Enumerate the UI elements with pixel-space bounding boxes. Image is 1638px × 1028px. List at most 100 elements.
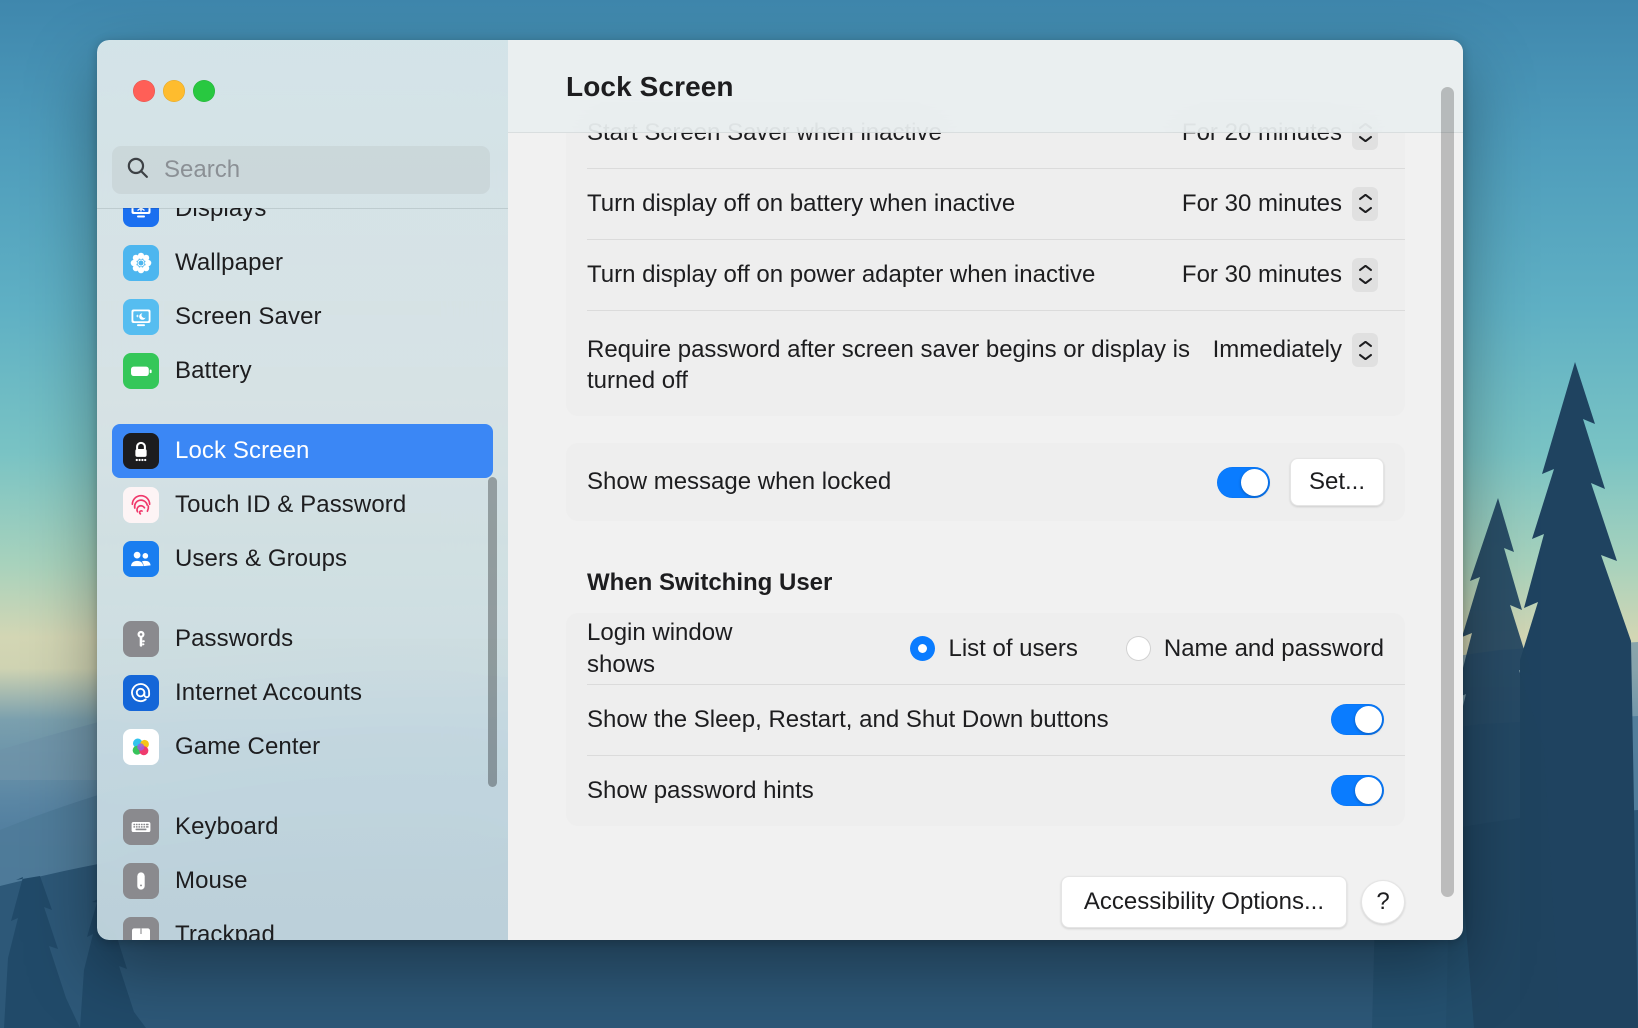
switching-user-card: Login window shows List of users Name an… — [566, 613, 1405, 826]
sidebar: Displays — [97, 40, 508, 940]
sidebar-item-keyboard[interactable]: Keyboard — [112, 800, 493, 854]
row-label: Login window shows — [587, 617, 790, 679]
lock-screen-icon — [123, 433, 159, 469]
minimize-button[interactable] — [163, 80, 185, 102]
sidebar-item-label: Touch ID & Password — [175, 491, 406, 519]
sidebar-group: Displays — [97, 208, 508, 398]
screen-saver-icon — [123, 299, 159, 335]
sidebar-scroll-area[interactable]: Displays — [97, 208, 508, 940]
keyboard-icon — [123, 809, 159, 845]
row-label: Turn display off on battery when inactiv… — [587, 188, 1015, 219]
row-login-window-shows: Login window shows List of users Name an… — [566, 613, 1405, 684]
sidebar-item-label: Trackpad — [175, 921, 275, 940]
passwords-icon — [123, 621, 159, 657]
show-message-toggle[interactable] — [1217, 467, 1270, 498]
header-divider — [508, 132, 1463, 133]
sidebar-item-label: Game Center — [175, 733, 320, 761]
sidebar-divider — [97, 208, 508, 209]
toggle-knob — [1241, 469, 1268, 496]
sidebar-item-mouse[interactable]: Mouse — [112, 854, 493, 908]
sidebar-group: Passwords Internet Accounts — [97, 612, 508, 774]
search-field[interactable] — [112, 146, 490, 194]
sidebar-item-trackpad[interactable]: Trackpad — [112, 908, 493, 940]
sidebar-list: Displays — [97, 208, 508, 940]
sidebar-item-label: Wallpaper — [175, 249, 283, 277]
row-label: Show password hints — [587, 775, 814, 806]
zoom-button[interactable] — [193, 80, 215, 102]
row-require-password[interactable]: Require password after screen saver begi… — [566, 310, 1405, 416]
close-button[interactable] — [133, 80, 155, 102]
login-window-radio-group: List of users Name and password — [910, 635, 1384, 663]
help-button[interactable]: ? — [1361, 880, 1405, 924]
touch-id-icon — [123, 487, 159, 523]
row-label: Turn display off on power adapter when i… — [587, 259, 1095, 290]
sidebar-item-label: Screen Saver — [175, 303, 322, 331]
require-password-popup[interactable]: Immediately — [1203, 330, 1384, 370]
radio-option-name-and-password[interactable]: Name and password — [1126, 635, 1384, 663]
lock-message-card: Show message when locked Set... — [566, 443, 1405, 521]
row-label: Show message when locked — [587, 466, 891, 497]
sidebar-item-label: Mouse — [175, 867, 248, 895]
show-password-hints-toggle[interactable] — [1331, 775, 1384, 806]
sidebar-item-label: Keyboard — [175, 813, 279, 841]
sidebar-item-touch-id[interactable]: Touch ID & Password — [112, 478, 493, 532]
sidebar-item-screen-saver[interactable]: Screen Saver — [112, 290, 493, 344]
sidebar-item-label: Internet Accounts — [175, 679, 362, 707]
content-scroll-area[interactable]: Start Screen Saver when inactive For 20 … — [508, 40, 1463, 940]
popup-value: Immediately — [1213, 336, 1342, 364]
radio-label: List of users — [948, 635, 1077, 663]
sidebar-item-wallpaper[interactable]: Wallpaper — [112, 236, 493, 290]
sidebar-item-lock-screen[interactable]: Lock Screen — [112, 424, 493, 478]
row-show-sleep-restart-shutdown[interactable]: Show the Sleep, Restart, and Shut Down b… — [566, 684, 1405, 755]
sidebar-item-label: Users & Groups — [175, 545, 347, 573]
accessibility-options-button[interactable]: Accessibility Options... — [1061, 876, 1347, 928]
sidebar-item-passwords[interactable]: Passwords — [112, 612, 493, 666]
sidebar-item-internet-accounts[interactable]: Internet Accounts — [112, 666, 493, 720]
lock-timing-card: Start Screen Saver when inactive For 20 … — [566, 97, 1405, 416]
sidebar-item-battery[interactable]: Battery — [112, 344, 493, 398]
chevron-updown-icon — [1352, 258, 1378, 292]
toggle-knob — [1355, 706, 1382, 733]
popup-value: For 30 minutes — [1182, 190, 1342, 218]
content-scrollbar[interactable] — [1441, 87, 1454, 897]
sidebar-item-label: Passwords — [175, 625, 293, 653]
sidebar-item-label: Lock Screen — [175, 437, 310, 465]
sidebar-item-users-groups[interactable]: Users & Groups — [112, 532, 493, 586]
row-show-password-hints[interactable]: Show password hints — [566, 755, 1405, 826]
chevron-updown-icon — [1352, 333, 1378, 367]
search-container — [112, 146, 490, 194]
sidebar-item-game-center[interactable]: Game Center — [112, 720, 493, 774]
window-controls — [133, 80, 215, 102]
sidebar-group: Lock Screen Touch ID & Pa — [97, 424, 508, 586]
system-settings-window: Displays — [97, 40, 1463, 940]
trackpad-icon — [123, 917, 159, 940]
chevron-updown-icon — [1352, 187, 1378, 221]
battery-icon — [123, 353, 159, 389]
sidebar-scrollbar[interactable] — [488, 477, 497, 787]
sidebar-group-gap — [97, 774, 508, 800]
set-message-button[interactable]: Set... — [1290, 458, 1384, 506]
users-groups-icon — [123, 541, 159, 577]
row-label: Require password after screen saver begi… — [587, 334, 1203, 396]
row-display-off-battery[interactable]: Turn display off on battery when inactiv… — [566, 168, 1405, 239]
mouse-icon — [123, 863, 159, 899]
sidebar-item-label: Displays — [175, 208, 267, 223]
row-show-message-when-locked[interactable]: Show message when locked Set... — [566, 443, 1405, 521]
sidebar-item-label: Battery — [175, 357, 252, 385]
displays-icon — [123, 208, 159, 227]
sidebar-item-displays[interactable]: Displays — [112, 208, 493, 236]
row-label: Show the Sleep, Restart, and Shut Down b… — [587, 704, 1109, 735]
popup-value: For 30 minutes — [1182, 261, 1342, 289]
page-title: Lock Screen — [566, 71, 734, 103]
display-off-battery-popup[interactable]: For 30 minutes — [1172, 184, 1384, 224]
sidebar-group-gap — [97, 586, 508, 612]
row-display-off-power-adapter[interactable]: Turn display off on power adapter when i… — [566, 239, 1405, 310]
toggle-knob — [1355, 777, 1382, 804]
radio-indicator — [1126, 636, 1151, 661]
display-off-power-adapter-popup[interactable]: For 30 minutes — [1172, 255, 1384, 295]
radio-option-list-of-users[interactable]: List of users — [910, 635, 1077, 663]
search-input[interactable] — [164, 156, 464, 184]
show-sleep-restart-shutdown-toggle[interactable] — [1331, 704, 1384, 735]
search-icon — [125, 155, 150, 185]
radio-indicator — [910, 636, 935, 661]
